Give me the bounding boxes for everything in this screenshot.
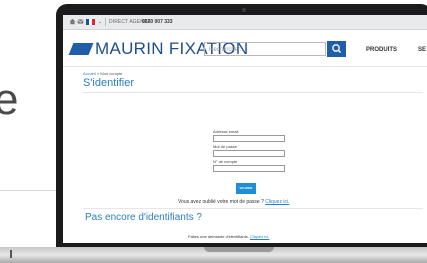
email-label: Adresse email (213, 129, 239, 134)
search-input[interactable]: Rechercher... (204, 42, 326, 56)
breadcrumb-separator: » (97, 71, 100, 76)
language-flag-icon[interactable] (86, 19, 95, 25)
search-icon (332, 44, 341, 53)
section-divider (83, 208, 423, 209)
chevron-down-icon[interactable]: ⌄ (98, 18, 102, 26)
utility-bar: ⌄ DIRECT AGENCE 0820 007 333 (63, 15, 427, 30)
request-credentials-prompt: Faites une demande d'identifiants. (188, 234, 249, 239)
laptop-base-edge (10, 250, 12, 258)
forgot-password-text: Vous avez oublié votre mot de passe ? Cl… (178, 199, 289, 206)
page-title: S'identifier (83, 77, 135, 89)
no-credentials-heading: Pas encore d'identifiants ? (85, 212, 202, 223)
request-credentials-link[interactable]: Cliquez ici. (250, 234, 269, 239)
laptop-base-notch (204, 247, 274, 252)
password-field[interactable] (213, 150, 285, 157)
breadcrumb-current: Mon compte (100, 71, 123, 76)
laptop-frame: ⌄ DIRECT AGENCE 0820 007 333 MAURIN FIXA… (56, 4, 427, 252)
home-icon[interactable] (69, 18, 76, 28)
account-number-label: N° de compte (213, 159, 238, 164)
background-divider (0, 190, 60, 191)
nav-item-truncated[interactable]: SE (418, 45, 426, 55)
site-header: MAURIN FIXATION Rechercher... PRODUITS S… (63, 30, 427, 67)
nav-item-produits[interactable]: PRODUITS (366, 45, 397, 55)
search-button[interactable] (327, 41, 346, 57)
laptop-screen: ⌄ DIRECT AGENCE 0820 007 333 MAURIN FIXA… (63, 15, 427, 243)
forgot-password-question: Vous avez oublié votre mot de passe ? (178, 199, 264, 205)
email-field[interactable] (213, 135, 285, 142)
title-divider (83, 92, 423, 93)
password-label: Mot de passe (213, 144, 238, 149)
request-credentials-text: Faites une demande d'identifiants. Cliqu… (188, 234, 269, 240)
agency-phone[interactable]: 0820 007 333 (142, 18, 173, 26)
submit-button[interactable]: VALIDER (236, 183, 256, 194)
breadcrumb-home-link[interactable]: Accueil (83, 71, 96, 76)
mail-icon[interactable] (77, 18, 84, 28)
background-partial-glyph: e (0, 75, 19, 124)
utility-divider (105, 18, 106, 26)
logo-mark-icon (68, 43, 94, 55)
camera-dot (242, 8, 246, 12)
forgot-password-link[interactable]: Cliquez ici. (265, 199, 289, 205)
account-number-field[interactable] (213, 165, 285, 172)
